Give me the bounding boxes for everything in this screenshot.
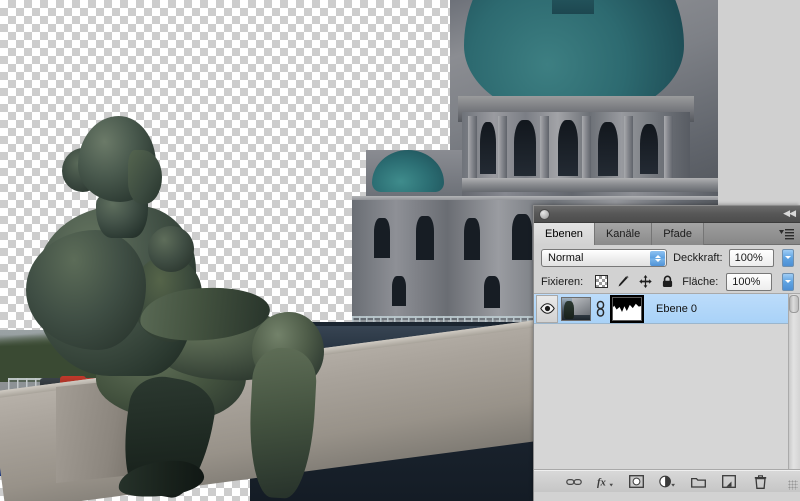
cathedral-column <box>664 116 673 180</box>
building-window <box>512 214 532 260</box>
svg-text:fx: fx <box>597 477 607 488</box>
collapse-to-icons-icon[interactable]: ◀◀ <box>783 209 796 218</box>
new-layer-icon[interactable] <box>721 474 737 490</box>
table-row[interactable]: Ebene 0 <box>534 294 800 324</box>
layer-name[interactable]: Ebene 0 <box>656 303 697 315</box>
new-group-icon[interactable] <box>690 474 706 490</box>
fill-input[interactable]: 100% <box>726 272 773 291</box>
lock-label: Fixieren: <box>541 275 584 288</box>
opacity-stepper[interactable] <box>782 248 794 267</box>
fill-stepper[interactable] <box>782 272 794 291</box>
link-icon[interactable] <box>595 299 606 319</box>
layers-panel[interactable]: ◀◀ Ebenen Kanäle Pfade Normal Deckkraft:… <box>533 205 800 501</box>
opacity-label: Deckkraft: <box>673 251 723 264</box>
link-layers-icon[interactable] <box>566 474 582 490</box>
panel-tab-strip[interactable]: Ebenen Kanäle Pfade <box>534 223 800 245</box>
cathedral-column <box>540 116 549 180</box>
cathedral-lantern <box>552 0 594 14</box>
close-icon[interactable] <box>539 209 550 220</box>
mask-shape <box>613 297 641 313</box>
building-window <box>464 218 480 260</box>
chevron-updown-icon[interactable] <box>650 250 666 266</box>
cathedral-window <box>514 120 536 176</box>
tab-kanaele[interactable]: Kanäle <box>594 223 653 245</box>
blend-mode-row[interactable]: Normal Deckkraft: 100% <box>534 245 800 270</box>
photoshop-window: DDE useu <box>0 0 800 501</box>
blend-mode-select[interactable]: Normal <box>541 248 668 267</box>
cathedral-column <box>498 116 507 180</box>
cathedral-column <box>582 116 591 180</box>
layer-style-fx-icon[interactable]: fx <box>597 474 613 490</box>
statue-face-profile <box>128 150 162 204</box>
tab-pfade[interactable]: Pfade <box>652 223 704 245</box>
cathedral-window <box>598 122 618 176</box>
fill-label: Fläche: <box>682 275 719 288</box>
building-window <box>484 276 500 308</box>
lock-all-icon[interactable] <box>661 275 674 288</box>
lock-icon-group[interactable] <box>595 275 674 288</box>
panel-menu-icon[interactable] <box>773 223 800 244</box>
panel-titlebar[interactable]: ◀◀ <box>534 206 800 223</box>
layer-list-scrollbar[interactable] <box>788 294 800 469</box>
layers-panel-footer[interactable]: fx <box>534 470 800 492</box>
cathedral-window <box>640 124 658 174</box>
lock-transparent-pixels-icon[interactable] <box>595 275 609 288</box>
opacity-value: 100% <box>734 251 763 264</box>
delete-layer-icon[interactable] <box>752 474 768 490</box>
cathedral-drum <box>462 112 690 184</box>
cathedral-column <box>624 116 633 180</box>
blend-mode-value: Normal <box>548 251 584 264</box>
cathedral-window <box>558 120 578 176</box>
opacity-input[interactable]: 100% <box>728 248 775 267</box>
adjustment-layer-icon[interactable] <box>659 474 675 490</box>
bronze-statue-cutout <box>0 0 420 501</box>
lock-row[interactable]: Fixieren: Fläche: 100% <box>534 270 800 294</box>
scrollbar-thumb[interactable] <box>789 295 799 313</box>
cathedral-window <box>480 122 496 174</box>
layer-mask-thumbnail[interactable] <box>610 294 644 323</box>
fill-value: 100% <box>732 275 761 288</box>
tab-ebenen[interactable]: Ebenen <box>534 223 595 245</box>
eye-icon[interactable] <box>536 294 558 323</box>
lock-image-pixels-icon[interactable] <box>617 275 630 288</box>
lock-position-icon[interactable] <box>639 275 652 288</box>
resize-grip-icon[interactable] <box>788 480 798 490</box>
layer-list[interactable]: Ebene 0 <box>534 294 800 470</box>
cathedral-column <box>468 116 477 180</box>
statue-child-head <box>148 226 194 272</box>
layer-thumbnail[interactable] <box>561 296 591 321</box>
statue-shin <box>246 346 318 500</box>
add-layer-mask-icon[interactable] <box>628 474 644 490</box>
